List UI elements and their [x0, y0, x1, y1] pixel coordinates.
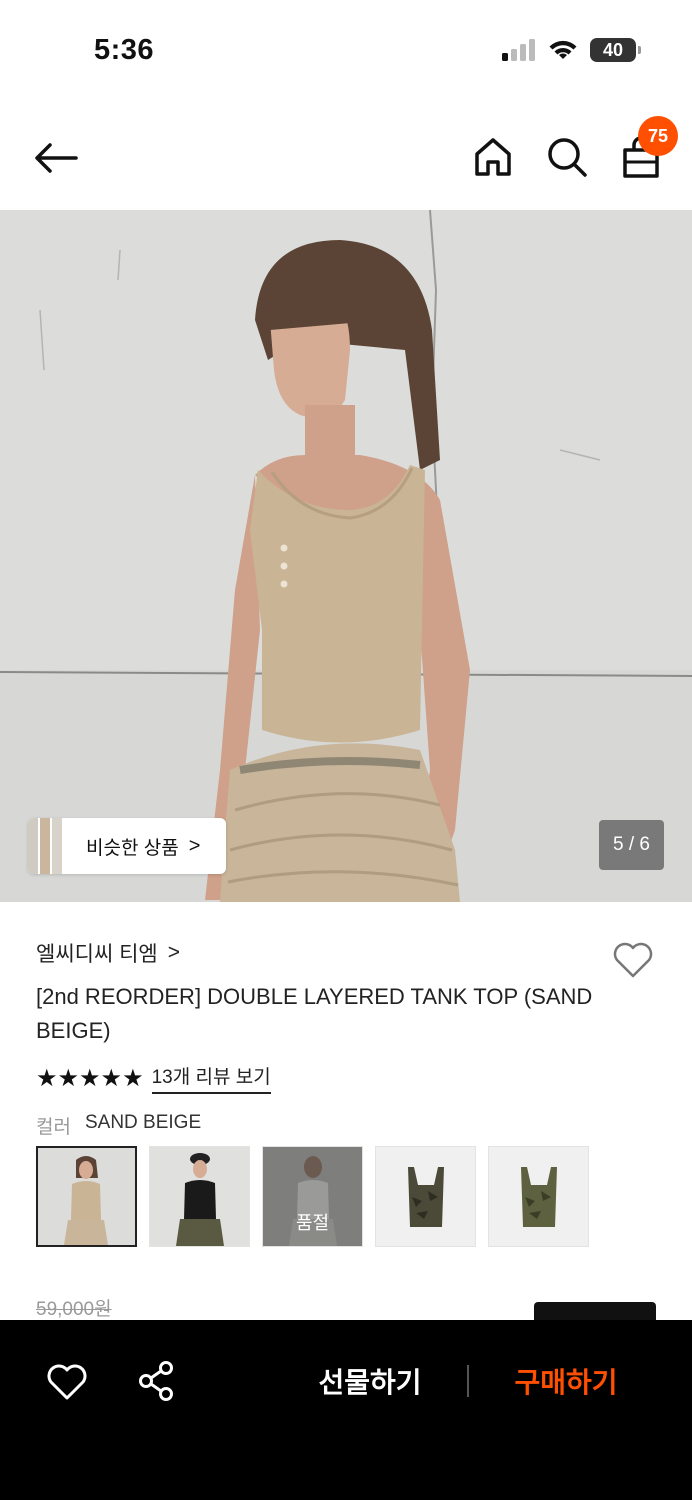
brand-link[interactable]: 엘씨디씨 티엠 >	[36, 938, 180, 968]
star-rating: ★★★★★	[36, 1064, 144, 1092]
original-price: 59,000원	[36, 1299, 112, 1320]
share-button[interactable]	[134, 1358, 180, 1404]
sold-out-label: 품절	[295, 1213, 330, 1233]
buy-button[interactable]: 구매하기	[496, 1356, 636, 1406]
battery-indicator: 40	[590, 38, 641, 62]
color-swatch[interactable]	[488, 1146, 589, 1247]
status-bar: 5:36 40	[0, 0, 692, 100]
cart-count-badge: 75	[638, 116, 678, 156]
status-icons: 40	[502, 38, 641, 62]
color-swatch[interactable]	[375, 1146, 476, 1247]
swatch-image	[150, 1147, 249, 1246]
chevron-right-icon: >	[188, 834, 201, 857]
button-divider	[467, 1365, 469, 1397]
brand-name: 엘씨디씨 티엠	[36, 943, 158, 966]
chevron-right-icon: >	[167, 941, 181, 964]
similar-products-button[interactable]: 비슷한 상품 >	[28, 818, 226, 874]
product-photo	[0, 210, 692, 902]
top-nav	[0, 100, 692, 210]
coupon-button-peek[interactable]	[534, 1302, 656, 1322]
color-label: 컬러	[36, 1117, 71, 1138]
heart-icon	[613, 942, 653, 978]
home-icon	[475, 138, 511, 176]
swatch-image	[489, 1147, 588, 1246]
share-icon	[139, 1361, 173, 1401]
heart-icon	[47, 1364, 87, 1400]
color-swatch[interactable]	[36, 1146, 137, 1247]
color-swatches: 품절	[36, 1146, 589, 1247]
search-icon	[548, 138, 587, 177]
signal-icon	[502, 39, 535, 61]
wishlist-button[interactable]	[610, 936, 656, 982]
status-time: 5:36	[94, 34, 155, 66]
similar-products-thumbnail	[28, 818, 62, 874]
color-swatch[interactable]	[149, 1146, 250, 1247]
color-swatch-sold-out[interactable]: 품절	[262, 1146, 363, 1247]
review-link[interactable]: 13개 리뷰 보기	[151, 1062, 271, 1094]
back-button[interactable]	[32, 134, 80, 182]
back-arrow-icon	[35, 143, 78, 173]
bottom-action-bar	[0, 1320, 692, 1500]
color-value: SAND BEIGE	[84, 1112, 202, 1133]
product-title: [2nd REORDER] DOUBLE LAYERED TANK TOP (S…	[36, 984, 593, 1043]
gift-button[interactable]: 선물하기	[300, 1356, 440, 1406]
rating-row: ★★★★★ 13개 리뷰 보기	[36, 1062, 271, 1094]
search-button[interactable]	[544, 134, 590, 180]
swatch-image	[38, 1148, 135, 1245]
product-image-carousel[interactable]	[0, 210, 692, 902]
color-option: 컬러 SAND BEIGE	[36, 1112, 201, 1139]
wifi-icon	[549, 40, 577, 59]
similar-products-label: 비슷한 상품	[86, 837, 179, 859]
image-page-indicator: 5 / 6	[599, 820, 664, 870]
bottom-wishlist-button[interactable]	[44, 1358, 90, 1404]
home-button[interactable]	[470, 134, 516, 180]
swatch-image	[376, 1147, 475, 1246]
